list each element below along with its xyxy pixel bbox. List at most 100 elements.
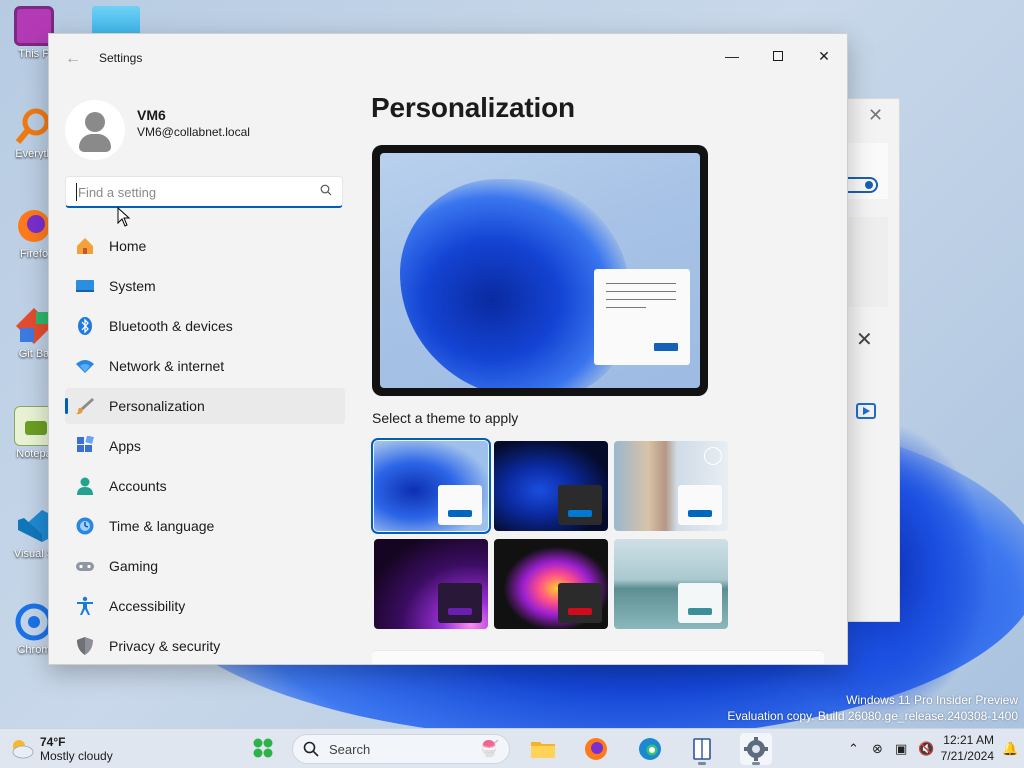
theme-windows-dark[interactable] <box>494 441 608 531</box>
start-icon[interactable] <box>252 737 274 759</box>
avatar-body <box>79 134 111 152</box>
theme-badge-icon <box>704 447 722 465</box>
firefox-button[interactable] <box>580 733 612 765</box>
sidebar-item-label: Home <box>109 238 147 254</box>
play-icon[interactable] <box>856 403 876 419</box>
search-icon <box>303 741 319 757</box>
search-box[interactable] <box>65 176 343 208</box>
running-indicator <box>698 762 706 765</box>
maximize-icon <box>773 51 783 61</box>
theme-preview <box>372 145 708 396</box>
watermark-line-2: Evaluation copy. Build 26080.ge_release.… <box>727 709 1018 723</box>
theme-windows-light[interactable] <box>371 438 491 534</box>
sidebar-item-label: Accounts <box>109 478 167 494</box>
preview-wallpaper <box>380 153 700 388</box>
sidebar-item-label: Privacy & security <box>109 638 221 654</box>
sidebar-item-home[interactable]: Home <box>65 228 345 264</box>
close-button[interactable]: ✕ <box>801 40 847 72</box>
show-hidden-icons-chevron-icon[interactable]: ⌃ <box>848 741 859 757</box>
sidebar-item-label: Time & language <box>109 518 215 534</box>
theme-section-label: Select a theme to apply <box>372 410 519 426</box>
apps-icon <box>77 436 94 452</box>
edge-button[interactable] <box>634 733 666 765</box>
sidebar-item-bluetooth[interactable]: Bluetooth & devices <box>65 308 345 344</box>
theme-sunrise[interactable] <box>614 539 728 629</box>
privacy-icon <box>77 637 93 655</box>
sidebar-item-time-language[interactable]: Time & language <box>65 508 345 544</box>
sidebar-item-network[interactable]: Network & internet <box>65 348 345 384</box>
search-icon[interactable] <box>320 184 332 196</box>
avatar[interactable] <box>65 100 125 160</box>
bg-card <box>848 217 888 307</box>
notification-bell-icon[interactable]: 🔔 <box>1002 741 1018 757</box>
display-icon[interactable]: ▣ <box>895 741 907 757</box>
running-indicator <box>752 762 760 765</box>
background-window[interactable]: ✕ ✕ <box>848 98 900 622</box>
avatar-head <box>85 112 105 132</box>
accessibility-icon <box>77 596 93 615</box>
minimize-button[interactable]: — <box>709 40 755 72</box>
home-icon <box>77 238 93 254</box>
close-icon[interactable]: ✕ <box>856 327 873 352</box>
sidebar-item-accounts[interactable]: Accounts <box>65 468 345 504</box>
personalization-icon <box>76 398 94 415</box>
taskbar-search-label: Search <box>329 742 371 757</box>
sidebar-item-label: Personalization <box>109 398 205 414</box>
sidebar-item-accessibility[interactable]: Accessibility <box>65 588 345 624</box>
sidebar-nav: Home System Bluetooth & devices Network … <box>65 228 345 664</box>
os-watermark: Windows 11 Pro Insider Preview Evaluatio… <box>727 692 1018 724</box>
folder-icon[interactable] <box>92 6 140 36</box>
sidebar-item-personalization[interactable]: Personalization <box>65 388 345 424</box>
search-highlight-icon: 🍧 <box>479 741 499 758</box>
page-title: Personalization <box>371 92 575 123</box>
taskbar: 74°F Mostly cloudy Search 🍧 ⌃ ⊗ ▣ 🔇 12:2… <box>0 728 1024 768</box>
preview-window <box>594 269 690 365</box>
theme-flow[interactable] <box>494 539 608 629</box>
clock-date[interactable]: 7/21/2024 <box>941 749 994 763</box>
sidebar-item-label: Apps <box>109 438 141 454</box>
weather-temperature[interactable]: 74°F <box>40 735 65 749</box>
theme-glow[interactable] <box>614 441 728 531</box>
sidebar-item-label: Bluetooth & devices <box>109 318 233 334</box>
settings-taskbar-button[interactable] <box>740 733 772 765</box>
accounts-icon <box>77 477 93 495</box>
toggle-switch[interactable] <box>848 177 878 193</box>
preview-accent-button <box>654 343 678 351</box>
edge-icon <box>639 738 661 760</box>
reader-icon <box>693 738 711 760</box>
file-explorer-button[interactable] <box>527 733 559 765</box>
file-explorer-icon <box>531 742 555 758</box>
settings-window: ← Settings — ✕ VM6 VM6@collabnet.local H… <box>48 33 848 665</box>
weather-cloudy-icon[interactable] <box>8 737 34 759</box>
maximize-button[interactable] <box>755 40 801 72</box>
sidebar-item-label: Gaming <box>109 558 159 574</box>
taskbar-search[interactable]: Search 🍧 <box>292 734 510 764</box>
app-title: Settings <box>99 51 143 65</box>
reader-button[interactable] <box>686 733 718 765</box>
sidebar-item-apps[interactable]: Apps <box>65 428 345 464</box>
sidebar-item-gaming[interactable]: Gaming <box>65 548 345 584</box>
settings-card[interactable] <box>372 650 824 664</box>
back-arrow-icon[interactable]: ← <box>65 50 81 68</box>
volume-muted-icon[interactable]: 🔇 <box>918 741 934 757</box>
weather-description[interactable]: Mostly cloudy <box>40 749 113 763</box>
system-icon <box>76 280 94 292</box>
sidebar-item-label: System <box>109 278 156 294</box>
time-language-icon <box>76 517 94 535</box>
title-bar[interactable]: ← Settings — ✕ <box>49 34 847 82</box>
watermark-line-1: Windows 11 Pro Insider Preview <box>846 693 1018 707</box>
clock-time[interactable]: 12:21 AM <box>943 733 994 747</box>
network-icon <box>76 360 94 373</box>
close-icon[interactable]: ✕ <box>868 105 883 126</box>
sidebar-item-label: Accessibility <box>109 598 186 614</box>
gaming-icon <box>76 562 94 571</box>
firefox-icon <box>585 738 607 760</box>
sidebar-item-privacy[interactable]: Privacy & security <box>65 628 345 664</box>
sidebar-item-system[interactable]: System <box>65 268 345 304</box>
bluetooth-icon <box>78 317 92 335</box>
network-status-icon[interactable]: ⊗ <box>872 741 883 757</box>
search-input[interactable] <box>76 183 306 201</box>
theme-captured-motion[interactable] <box>374 539 488 629</box>
sidebar-item-label: Network & internet <box>109 358 225 374</box>
user-name: VM6 <box>137 107 166 123</box>
